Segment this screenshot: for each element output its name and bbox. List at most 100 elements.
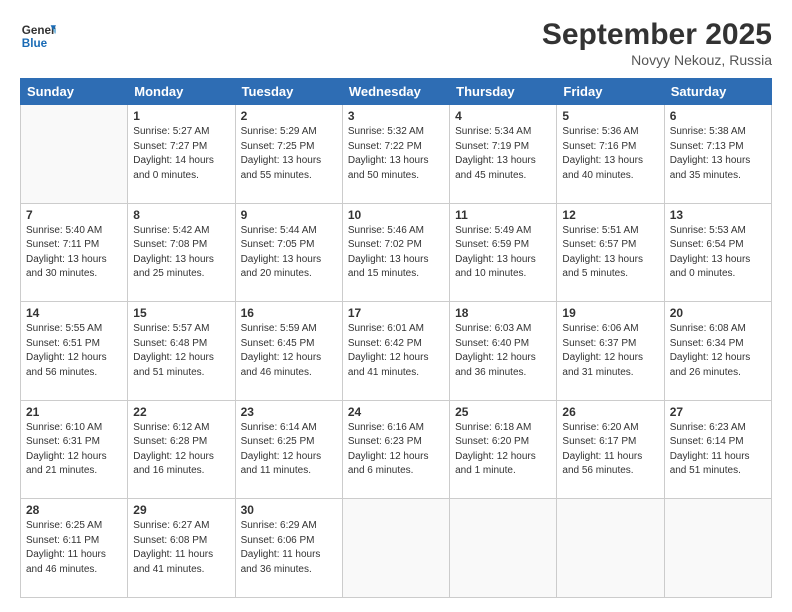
day-info: Sunrise: 5:34 AM Sunset: 7:19 PM Dayligh…	[455, 125, 551, 183]
day-info: Sunrise: 6:03 AM Sunset: 6:40 PM Dayligh…	[455, 322, 551, 380]
day-info: Sunrise: 5:51 AM Sunset: 6:57 PM Dayligh…	[562, 224, 658, 282]
title-block: September 2025 Novyy Nekouz, Russia	[542, 18, 772, 68]
calendar-cell: 1 Sunrise: 5:27 AM Sunset: 7:27 PM Daylig…	[128, 105, 235, 204]
calendar-cell: 3 Sunrise: 5:32 AM Sunset: 7:22 PM Daylig…	[342, 105, 449, 204]
day-header-friday: Friday	[557, 79, 664, 105]
day-number: 4	[455, 109, 551, 123]
calendar-cell: 15Sunrise: 5:57 AM Sunset: 6:48 PM Dayli…	[128, 302, 235, 401]
calendar-table: SundayMondayTuesdayWednesdayThursdayFrid…	[20, 78, 772, 598]
calendar-cell: 24 Sunrise: 6:16 AM Sunset: 6:23 PM Dayli…	[342, 400, 449, 499]
calendar-cell	[450, 499, 557, 598]
calendar-cell: 26 Sunrise: 6:20 AM Sunset: 6:17 PM Dayli…	[557, 400, 664, 499]
day-info: Sunrise: 6:20 AM Sunset: 6:17 PM Dayligh…	[562, 421, 658, 479]
day-info: Sunrise: 6:23 AM Sunset: 6:14 PM Dayligh…	[670, 421, 766, 479]
day-info: Sunrise: 5:53 AM Sunset: 6:54 PM Dayligh…	[670, 224, 766, 282]
day-number: 8	[133, 208, 229, 222]
day-info: Sunrise: 6:06 AM Sunset: 6:37 PM Dayligh…	[562, 322, 658, 380]
day-number: 11	[455, 208, 551, 222]
day-number: 10	[348, 208, 444, 222]
svg-text:Blue: Blue	[22, 37, 48, 50]
day-header-sunday: Sunday	[21, 79, 128, 105]
calendar-cell: 16 Sunrise: 5:59 AM Sunset: 6:45 PM Dayli…	[235, 302, 342, 401]
calendar-cell: 19 Sunrise: 6:06 AM Sunset: 6:37 PM Dayli…	[557, 302, 664, 401]
day-number: 19	[562, 306, 658, 320]
calendar-cell: 17 Sunrise: 6:01 AM Sunset: 6:42 PM Dayli…	[342, 302, 449, 401]
day-number: 7	[26, 208, 122, 222]
day-info: Sunrise: 5:57 AM Sunset: 6:48 PM Dayligh…	[133, 322, 229, 380]
calendar-cell: 18 Sunrise: 6:03 AM Sunset: 6:40 PM Dayli…	[450, 302, 557, 401]
calendar-cell	[664, 499, 771, 598]
day-number: 30	[241, 503, 337, 517]
logo: General Blue	[20, 18, 56, 54]
calendar-cell: 12 Sunrise: 5:51 AM Sunset: 6:57 PM Dayli…	[557, 203, 664, 302]
calendar-cell: 10 Sunrise: 5:46 AM Sunset: 7:02 PM Dayli…	[342, 203, 449, 302]
calendar-cell: 7 Sunrise: 5:40 AM Sunset: 7:11 PM Daylig…	[21, 203, 128, 302]
calendar-cell: 14 Sunrise: 5:55 AM Sunset: 6:51 PM Dayli…	[21, 302, 128, 401]
day-info: Sunrise: 5:59 AM Sunset: 6:45 PM Dayligh…	[241, 322, 337, 380]
day-number: 1	[133, 109, 229, 123]
day-number: 18	[455, 306, 551, 320]
day-info: Sunrise: 6:08 AM Sunset: 6:34 PM Dayligh…	[670, 322, 766, 380]
day-number: 12	[562, 208, 658, 222]
calendar-cell: 21 Sunrise: 6:10 AM Sunset: 6:31 PM Dayli…	[21, 400, 128, 499]
day-info: Sunrise: 6:01 AM Sunset: 6:42 PM Dayligh…	[348, 322, 444, 380]
location: Novyy Nekouz, Russia	[542, 52, 772, 68]
day-number: 6	[670, 109, 766, 123]
day-number: 28	[26, 503, 122, 517]
calendar-cell: 6 Sunrise: 5:38 AM Sunset: 7:13 PM Daylig…	[664, 105, 771, 204]
day-info: Sunrise: 6:27 AM Sunset: 6:08 PM Dayligh…	[133, 519, 229, 577]
calendar-cell: 2 Sunrise: 5:29 AM Sunset: 7:25 PM Daylig…	[235, 105, 342, 204]
day-number: 26	[562, 405, 658, 419]
day-info: Sunrise: 5:36 AM Sunset: 7:16 PM Dayligh…	[562, 125, 658, 183]
day-header-monday: Monday	[128, 79, 235, 105]
calendar-cell: 13 Sunrise: 5:53 AM Sunset: 6:54 PM Dayli…	[664, 203, 771, 302]
day-number: 9	[241, 208, 337, 222]
day-info: Sunrise: 6:12 AM Sunset: 6:28 PM Dayligh…	[133, 421, 229, 479]
calendar-cell: 28 Sunrise: 6:25 AM Sunset: 6:11 PM Dayli…	[21, 499, 128, 598]
day-header-tuesday: Tuesday	[235, 79, 342, 105]
calendar-cell	[557, 499, 664, 598]
day-header-wednesday: Wednesday	[342, 79, 449, 105]
day-number: 16	[241, 306, 337, 320]
calendar-cell: 8 Sunrise: 5:42 AM Sunset: 7:08 PM Daylig…	[128, 203, 235, 302]
day-number: 17	[348, 306, 444, 320]
day-info: Sunrise: 6:25 AM Sunset: 6:11 PM Dayligh…	[26, 519, 122, 577]
month-title: September 2025	[542, 18, 772, 52]
day-info: Sunrise: 5:29 AM Sunset: 7:25 PM Dayligh…	[241, 125, 337, 183]
calendar-cell: 9 Sunrise: 5:44 AM Sunset: 7:05 PM Daylig…	[235, 203, 342, 302]
day-number: 3	[348, 109, 444, 123]
header: General Blue September 2025 Novyy Nekouz…	[20, 18, 772, 68]
day-number: 22	[133, 405, 229, 419]
calendar-cell: 20 Sunrise: 6:08 AM Sunset: 6:34 PM Dayli…	[664, 302, 771, 401]
day-info: Sunrise: 5:40 AM Sunset: 7:11 PM Dayligh…	[26, 224, 122, 282]
day-number: 13	[670, 208, 766, 222]
day-info: Sunrise: 6:18 AM Sunset: 6:20 PM Dayligh…	[455, 421, 551, 479]
calendar-cell: 4 Sunrise: 5:34 AM Sunset: 7:19 PM Daylig…	[450, 105, 557, 204]
day-number: 29	[133, 503, 229, 517]
calendar-cell: 5 Sunrise: 5:36 AM Sunset: 7:16 PM Daylig…	[557, 105, 664, 204]
day-number: 21	[26, 405, 122, 419]
day-info: Sunrise: 5:46 AM Sunset: 7:02 PM Dayligh…	[348, 224, 444, 282]
calendar-cell: 30 Sunrise: 6:29 AM Sunset: 6:06 PM Dayli…	[235, 499, 342, 598]
day-info: Sunrise: 6:10 AM Sunset: 6:31 PM Dayligh…	[26, 421, 122, 479]
day-info: Sunrise: 6:29 AM Sunset: 6:06 PM Dayligh…	[241, 519, 337, 577]
calendar-cell	[21, 105, 128, 204]
day-info: Sunrise: 5:44 AM Sunset: 7:05 PM Dayligh…	[241, 224, 337, 282]
day-number: 23	[241, 405, 337, 419]
day-header-saturday: Saturday	[664, 79, 771, 105]
day-info: Sunrise: 5:32 AM Sunset: 7:22 PM Dayligh…	[348, 125, 444, 183]
day-info: Sunrise: 5:42 AM Sunset: 7:08 PM Dayligh…	[133, 224, 229, 282]
day-number: 2	[241, 109, 337, 123]
day-number: 24	[348, 405, 444, 419]
day-info: Sunrise: 5:27 AM Sunset: 7:27 PM Dayligh…	[133, 125, 229, 183]
logo-icon: General Blue	[20, 18, 56, 54]
day-number: 5	[562, 109, 658, 123]
day-number: 14	[26, 306, 122, 320]
day-info: Sunrise: 5:55 AM Sunset: 6:51 PM Dayligh…	[26, 322, 122, 380]
day-info: Sunrise: 5:38 AM Sunset: 7:13 PM Dayligh…	[670, 125, 766, 183]
calendar-cell: 11Sunrise: 5:49 AM Sunset: 6:59 PM Dayli…	[450, 203, 557, 302]
calendar-cell: 25 Sunrise: 6:18 AM Sunset: 6:20 PM Dayli…	[450, 400, 557, 499]
day-info: Sunrise: 6:16 AM Sunset: 6:23 PM Dayligh…	[348, 421, 444, 479]
day-number: 25	[455, 405, 551, 419]
day-number: 20	[670, 306, 766, 320]
